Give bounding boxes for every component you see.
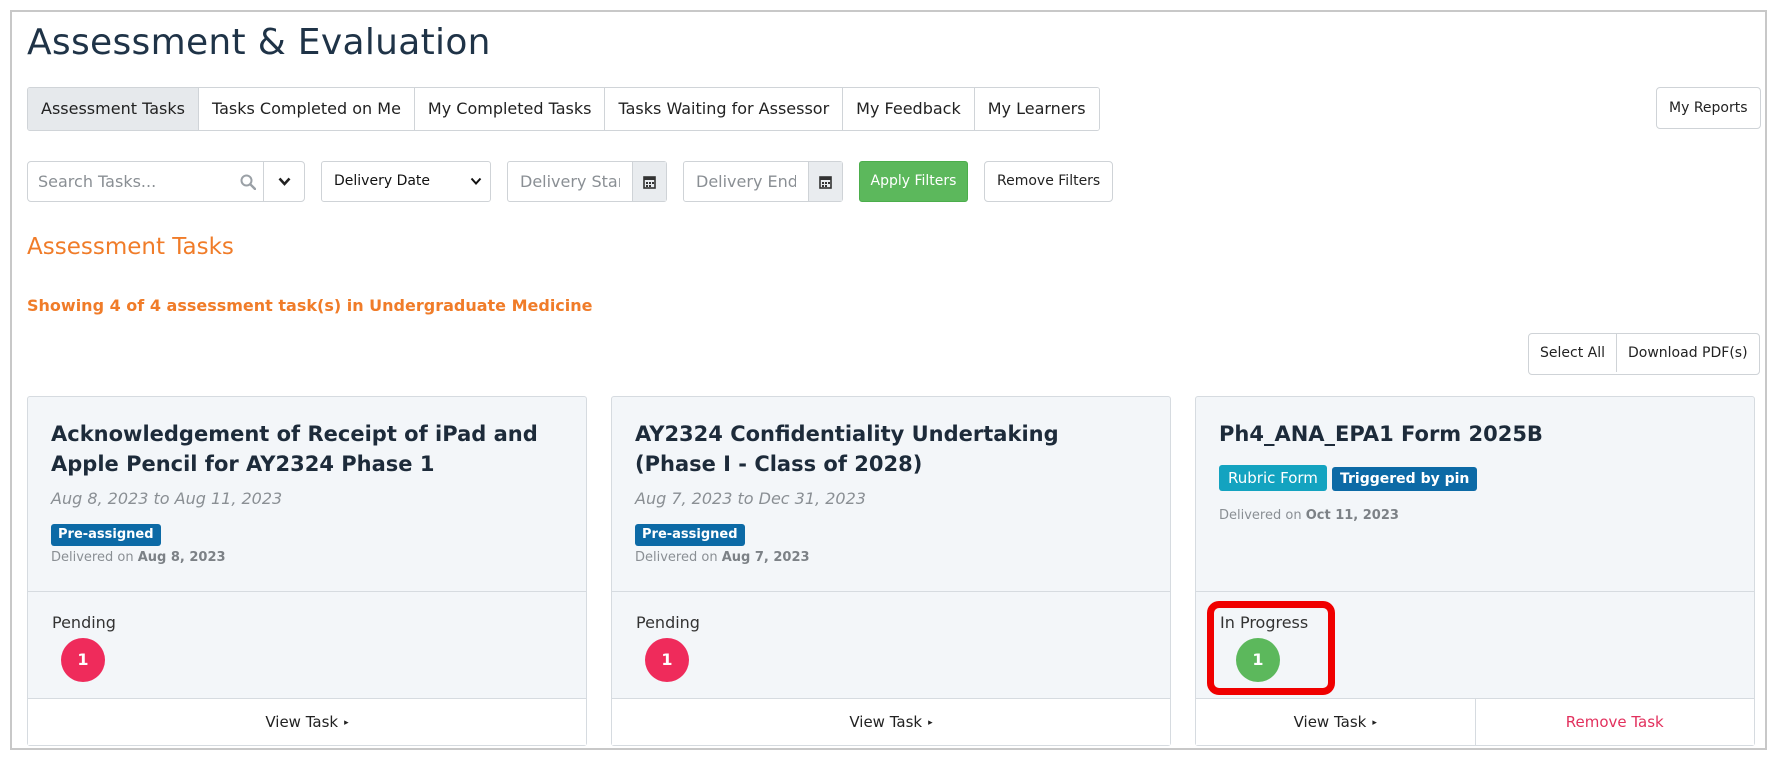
status-label: Pending: [636, 613, 700, 632]
view-task-label: View Task: [1293, 713, 1367, 731]
chevron-down-icon: [278, 177, 290, 186]
card-footer: View Task ▸ Remove Task: [1196, 698, 1754, 745]
calendar-icon[interactable]: [808, 162, 842, 201]
download-pdfs-button[interactable]: Download PDF(s): [1617, 334, 1759, 372]
pending-count-badge[interactable]: 1: [645, 638, 689, 682]
caret-right-icon: ▸: [928, 718, 933, 728]
select-all-button[interactable]: Select All: [1529, 334, 1617, 372]
tab-bar: Assessment Tasks Tasks Completed on Me M…: [27, 87, 1100, 131]
search-icon: [233, 162, 263, 201]
tab-my-feedback[interactable]: My Feedback: [843, 88, 975, 130]
tab-tasks-waiting-for-assessor[interactable]: Tasks Waiting for Assessor: [605, 88, 844, 130]
task-title: Ph4_ANA_EPA1 Form 2025B: [1219, 422, 1543, 446]
delivered-prefix: Delivered on: [635, 550, 718, 565]
search-group: [27, 161, 305, 202]
delivery-start-input[interactable]: [508, 162, 632, 201]
bulk-actions: Select All Download PDF(s): [1528, 333, 1760, 375]
search-options-toggle[interactable]: [263, 162, 304, 201]
card-footer: View Task ▸: [28, 698, 586, 745]
task-badges: Pre-assigned: [635, 523, 745, 546]
pending-count-badge[interactable]: 1: [61, 638, 105, 682]
delivery-start-group: [507, 161, 667, 202]
view-task-button[interactable]: View Task ▸: [28, 699, 586, 745]
card-divider: [612, 591, 1170, 592]
view-task-button[interactable]: View Task ▸: [612, 699, 1170, 745]
status-label: Pending: [52, 613, 116, 632]
delivery-date-select[interactable]: Delivery Date: [321, 161, 491, 202]
view-task-label: View Task: [265, 713, 339, 731]
section-title: Assessment Tasks: [27, 234, 234, 260]
task-title: AY2324 Confidentiality Undertaking (Phas…: [635, 422, 1059, 476]
task-card: Acknowledgement of Receipt of iPad and A…: [27, 396, 587, 746]
delivered-prefix: Delivered on: [1219, 508, 1302, 523]
delivery-end-group: [683, 161, 843, 202]
rubric-form-badge: Rubric Form: [1219, 465, 1327, 491]
task-dates: Aug 7, 2023 to Dec 31, 2023: [635, 489, 866, 508]
search-input[interactable]: [28, 162, 233, 201]
tab-assessment-tasks[interactable]: Assessment Tasks: [28, 88, 199, 130]
delivered-date: Aug 7, 2023: [721, 550, 810, 565]
view-task-label: View Task: [849, 713, 923, 731]
tab-tasks-completed-on-me[interactable]: Tasks Completed on Me: [198, 88, 415, 130]
view-task-button[interactable]: View Task ▸: [1196, 699, 1475, 745]
in-progress-count-badge[interactable]: 1: [1236, 638, 1280, 682]
calendar-icon[interactable]: [632, 162, 666, 201]
task-card: AY2324 Confidentiality Undertaking (Phas…: [611, 396, 1171, 746]
delivery-end-input[interactable]: [684, 162, 808, 201]
task-card: Ph4_ANA_EPA1 Form 2025B Rubric Form Trig…: [1195, 396, 1755, 746]
delivered-info: Delivered on Aug 7, 2023: [635, 550, 810, 565]
delivered-prefix: Delivered on: [51, 550, 134, 565]
task-badges: Pre-assigned: [51, 523, 161, 546]
delivered-date: Oct 11, 2023: [1305, 508, 1399, 523]
tab-my-learners[interactable]: My Learners: [974, 88, 1099, 130]
apply-filters-button[interactable]: Apply Filters: [859, 161, 968, 202]
delivered-info: Delivered on Aug 8, 2023: [51, 550, 226, 565]
select-value: Delivery Date: [334, 173, 431, 189]
status-label: In Progress: [1220, 613, 1309, 632]
card-divider: [1196, 591, 1754, 592]
task-title: Acknowledgement of Receipt of iPad and A…: [51, 422, 538, 476]
remove-filters-button[interactable]: Remove Filters: [984, 161, 1114, 202]
my-reports-button[interactable]: My Reports: [1656, 87, 1761, 129]
caret-right-icon: ▸: [344, 718, 349, 728]
delivered-date: Aug 8, 2023: [137, 550, 226, 565]
triggered-by-pin-badge: Triggered by pin: [1332, 467, 1478, 491]
delivered-info: Delivered on Oct 11, 2023: [1219, 508, 1399, 523]
page-title: Assessment & Evaluation: [27, 22, 491, 63]
remove-task-button[interactable]: Remove Task: [1474, 699, 1755, 745]
results-count-text: Showing 4 of 4 assessment task(s) in Und…: [27, 296, 593, 315]
tab-my-completed-tasks[interactable]: My Completed Tasks: [414, 88, 606, 130]
chevron-down-icon: [470, 177, 482, 185]
caret-right-icon: ▸: [1372, 718, 1377, 728]
task-badges: Rubric Form Triggered by pin: [1219, 465, 1478, 491]
pre-assigned-badge: Pre-assigned: [635, 524, 745, 546]
card-divider: [28, 591, 586, 592]
card-footer: View Task ▸: [612, 698, 1170, 745]
task-dates: Aug 8, 2023 to Aug 11, 2023: [51, 489, 283, 508]
pre-assigned-badge: Pre-assigned: [51, 524, 161, 546]
